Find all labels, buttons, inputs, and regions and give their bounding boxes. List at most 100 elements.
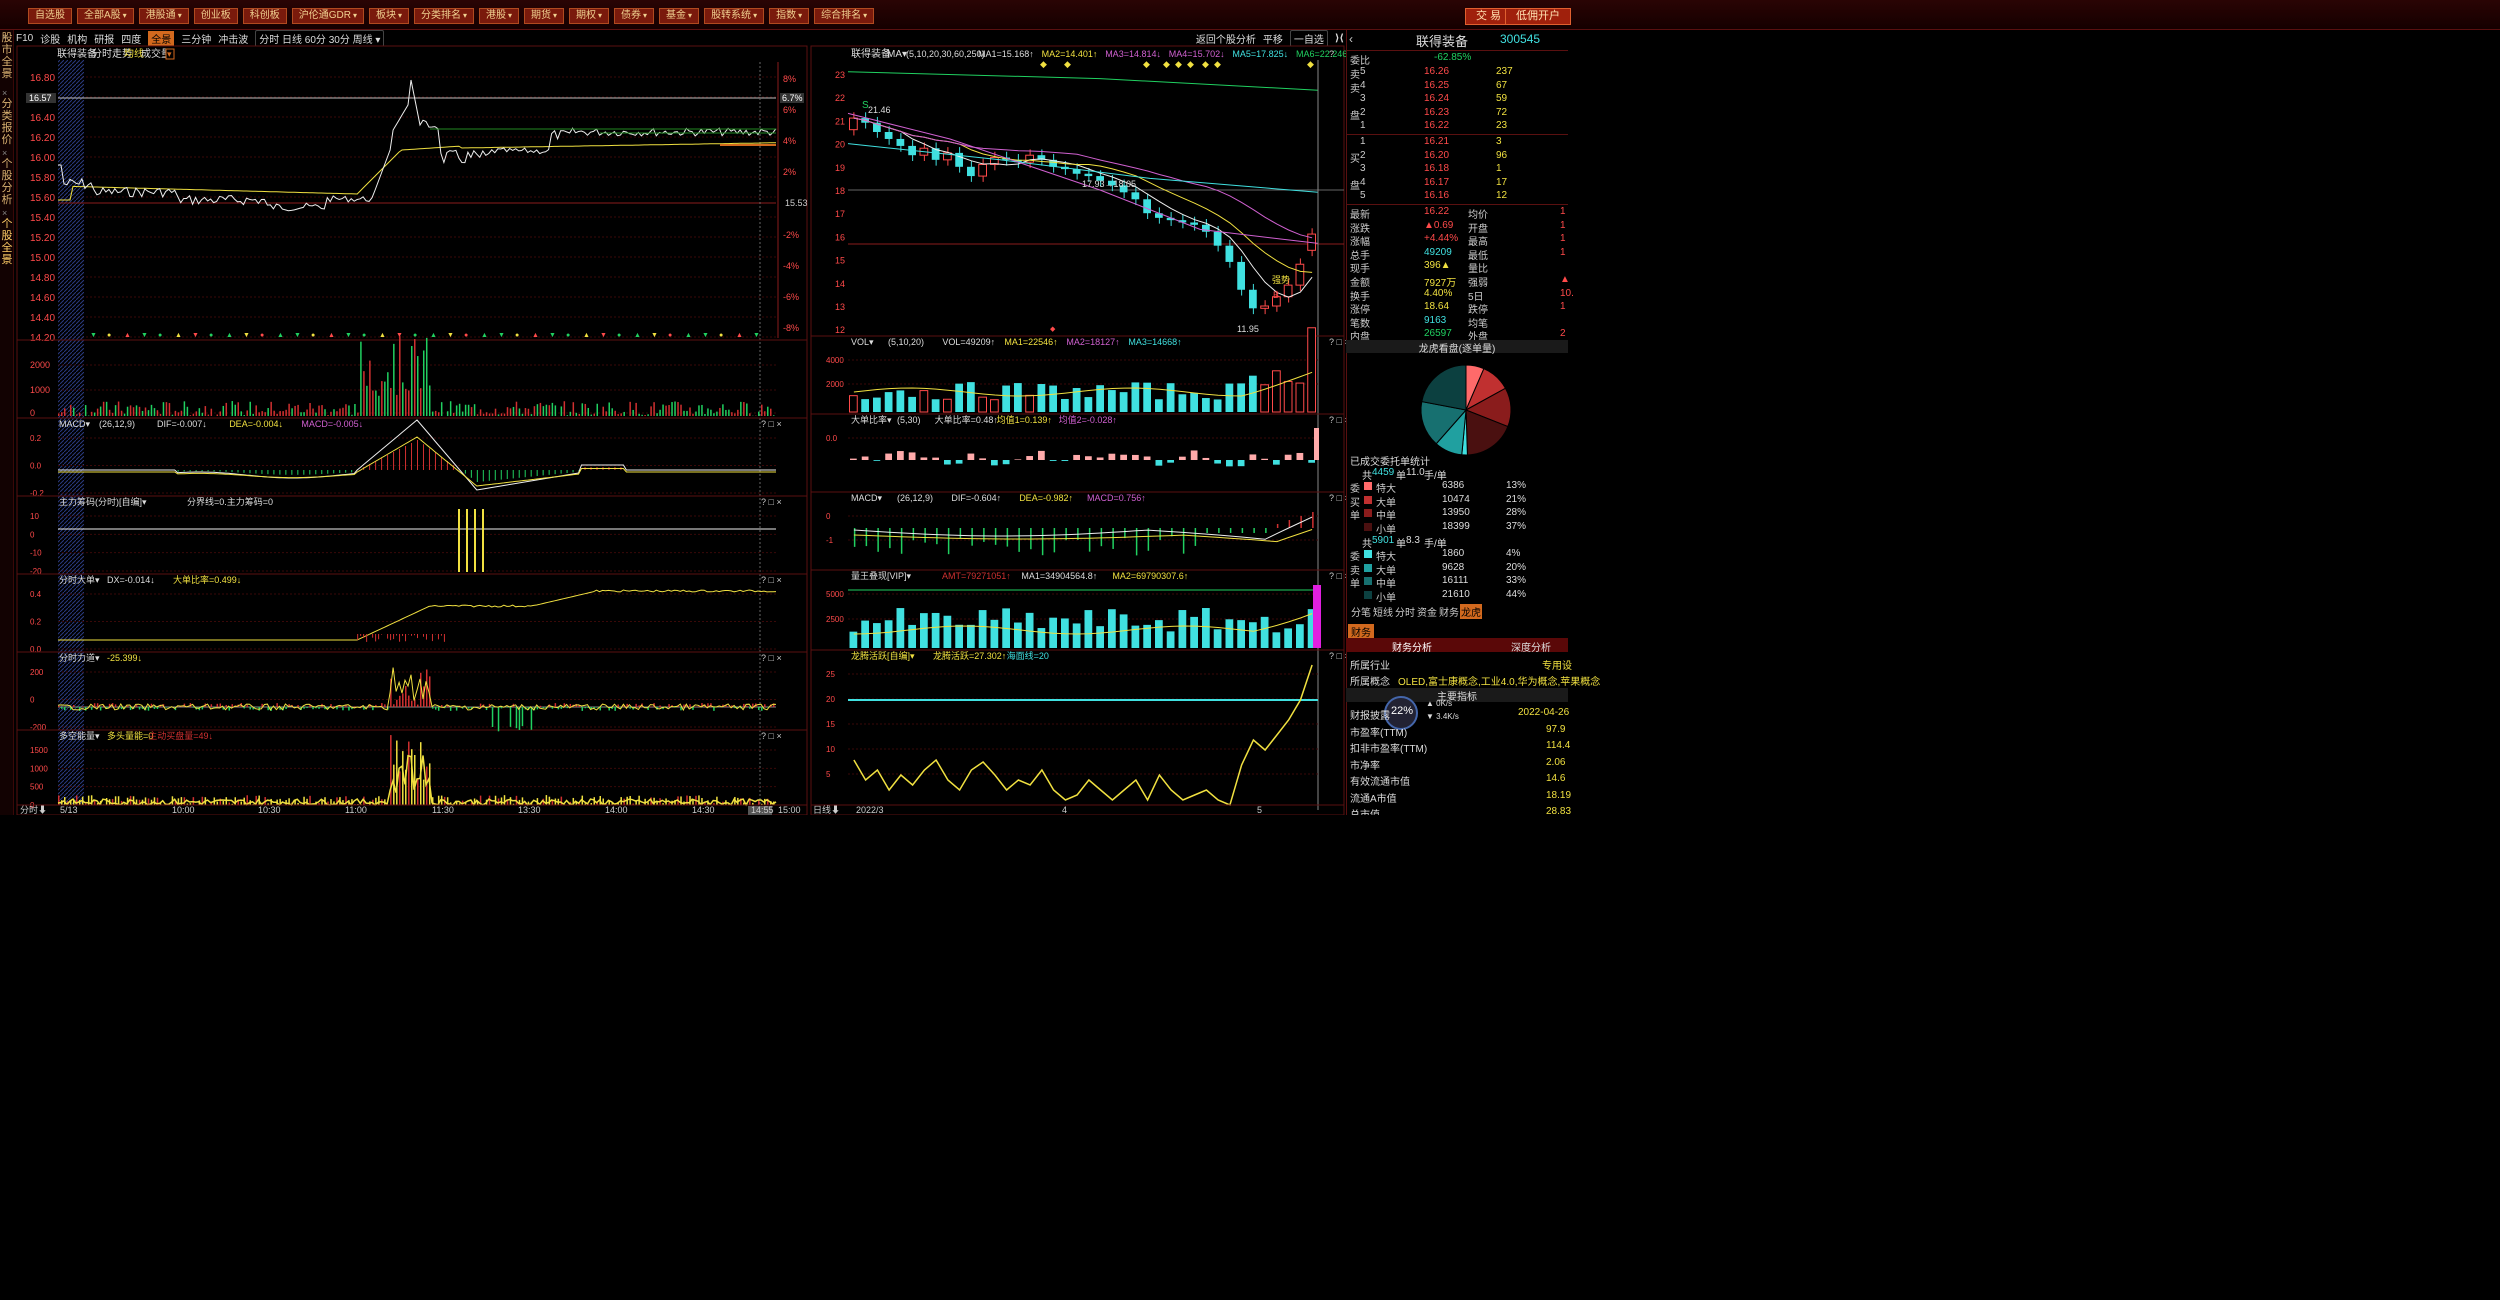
macd-bar (470, 470, 472, 478)
indicator-value: 主动买盘量=49↓ (148, 730, 213, 741)
macd-bar (399, 449, 401, 470)
volume-bar (141, 410, 144, 416)
volume-bar (575, 412, 578, 416)
signal-diamond: ◆ (1175, 59, 1182, 69)
ratio-bar (850, 458, 857, 460)
macd-bar (405, 446, 407, 470)
kline-macd-bar (936, 528, 938, 545)
macd-bar (243, 470, 245, 473)
ask-level: 2 (1360, 106, 1366, 118)
fin-value: 114.4 (1546, 740, 1571, 751)
ratio-bar (932, 457, 939, 460)
quote-tab-4[interactable]: 财务 (1438, 604, 1460, 619)
indicator-value: MACD=-0.005↓ (301, 419, 363, 429)
open-account-button[interactable]: 低佣开户 (1505, 8, 1571, 25)
volume-bar (273, 410, 275, 416)
volume-bar (488, 413, 491, 416)
force-bar (405, 686, 407, 707)
ratio-bar (1308, 460, 1315, 463)
force-bar (129, 707, 132, 711)
kline-macd-bar (1218, 528, 1220, 533)
volume-bar (722, 404, 724, 416)
force-bar (491, 707, 494, 727)
kline-volume-bar (1131, 382, 1140, 412)
signal-marker: ▼ (498, 332, 505, 339)
volume-bar (198, 408, 201, 416)
volume-bar (647, 414, 649, 416)
volume-bar (656, 413, 658, 416)
legend-swatch (1364, 563, 1372, 572)
quote-tab-5[interactable]: 龙虎 (1460, 604, 1482, 619)
kline-macd-bar (1041, 528, 1044, 556)
force-bar (668, 704, 670, 707)
force-bar (417, 704, 419, 707)
sell-side-label: 单 (1350, 579, 1360, 591)
volume-bar (417, 356, 419, 416)
volume-bar (710, 409, 712, 416)
quote-tab-1[interactable]: 短线 (1372, 604, 1394, 619)
volume-bar (129, 405, 132, 416)
buy-order-volume: 18399 (1442, 520, 1470, 532)
legend-swatch (1364, 550, 1372, 558)
force-bar (713, 707, 715, 711)
force-bar (126, 705, 129, 707)
panel-controls-icon: ? □ × (1329, 337, 1346, 347)
buy-order-pct: 37% (1506, 520, 1527, 532)
kline-volume-bar (1178, 394, 1187, 412)
kline-volume-bar (908, 396, 916, 412)
energy-bar (225, 797, 228, 805)
candle-body (849, 117, 858, 131)
volume-bar (743, 402, 745, 416)
kline-volume-bar (861, 399, 869, 412)
fin-subtab-analysis[interactable]: 财务分析 (1392, 639, 1432, 654)
kline-volume-bar (1084, 397, 1093, 412)
macd-bar (177, 470, 179, 472)
orders-title: 已成交委托单统计 (1350, 457, 1430, 468)
volume-bar (267, 408, 269, 416)
signal-marker: ● (107, 332, 111, 339)
divider (1346, 204, 1568, 205)
amt-bar (1284, 628, 1292, 648)
volume-bar (725, 409, 727, 416)
back-icon[interactable]: ‹ (1349, 32, 1353, 46)
amt-bar (955, 624, 963, 648)
force-bar (210, 704, 213, 707)
volume-bar (650, 406, 652, 416)
quote-tab-0[interactable]: 分笔 (1350, 604, 1372, 619)
time-label: 5/13 (60, 805, 78, 815)
kline-volume-bar (1237, 383, 1245, 412)
quote-tab-2[interactable]: 分时 (1394, 604, 1416, 619)
volume-bar (153, 408, 156, 416)
fin-subtab-deep[interactable]: 深度分析 (1511, 639, 1551, 654)
ratio-bar (873, 460, 881, 461)
volume-bar (770, 408, 772, 416)
volume-bar (560, 406, 563, 416)
signal-marker: ● (413, 332, 417, 339)
amt-bar (990, 619, 999, 648)
quote-tab-3[interactable]: 资金 (1416, 604, 1438, 619)
large-order-bar (393, 634, 395, 640)
stat-value: 10. (1560, 287, 1574, 299)
macd-bar (345, 470, 347, 473)
kline-volume-bar (1143, 382, 1151, 412)
kline-volume-bar (1190, 392, 1198, 412)
sell-order-pct: 20% (1506, 561, 1527, 573)
finance-tab[interactable]: 财务 (1348, 624, 1374, 639)
force-bar (437, 707, 440, 711)
volume-bar (234, 404, 237, 416)
candle-body (1131, 192, 1140, 200)
macd-bar (261, 470, 263, 474)
macd-bar (566, 470, 568, 473)
indicator-tick: 0 (30, 696, 35, 705)
ratio-bar (1190, 450, 1198, 460)
kline-indicator-name: 量王叠现[VIP]▾ (851, 571, 912, 581)
candle-body (1283, 284, 1293, 298)
volume-bar (584, 403, 587, 416)
amt-bar (978, 610, 987, 648)
kline-macd-bar (959, 528, 962, 539)
chart-area[interactable]: 联得装备分时走势均线成交量▾16.8016.6016.4016.2016.001… (0, 0, 1346, 815)
volume-bar (264, 412, 266, 416)
time-label-current: 14:55 (751, 805, 774, 815)
ma-value: MA6=22.246↓ (1296, 49, 1346, 59)
volume-bar (734, 413, 736, 416)
